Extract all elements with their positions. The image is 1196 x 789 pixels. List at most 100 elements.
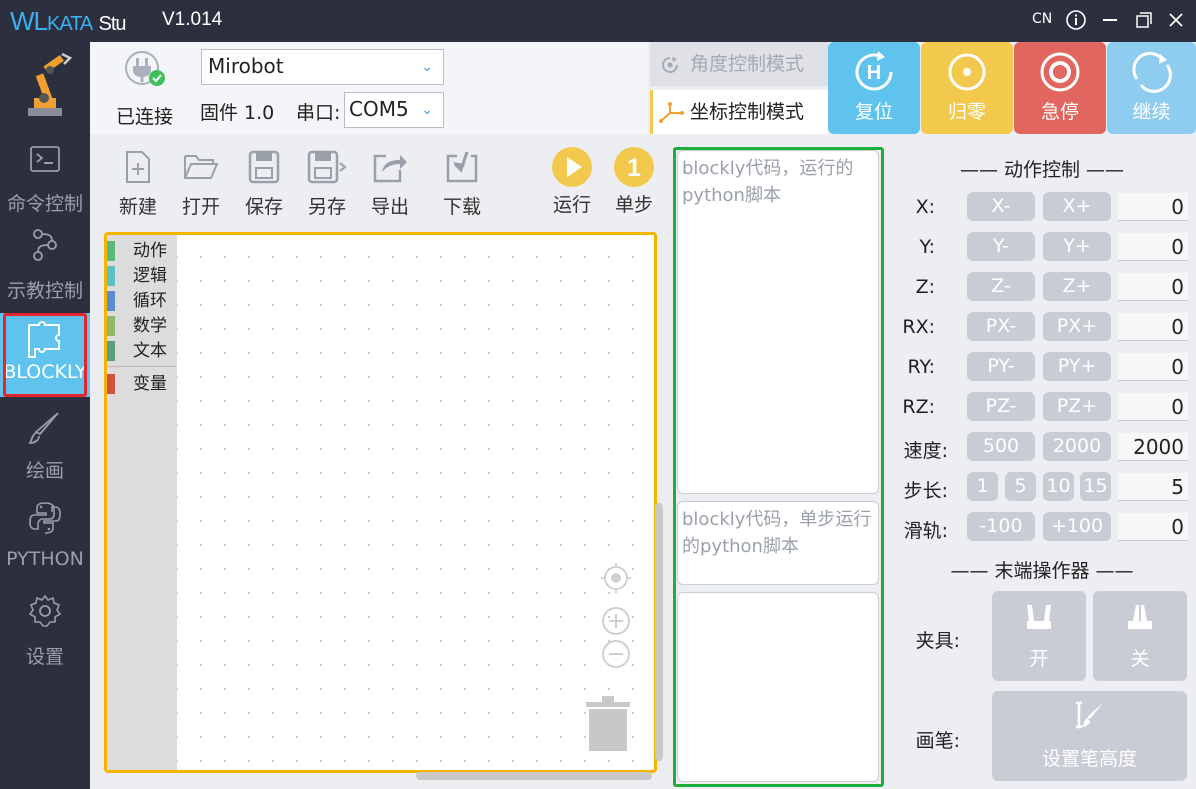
toolbox-category-loop[interactable]: 循环	[107, 289, 177, 313]
x-minus-button[interactable]: X-	[967, 192, 1035, 221]
play-icon	[552, 147, 592, 187]
blockly-workspace[interactable]	[104, 232, 657, 773]
sidebar-item-settings[interactable]: 设置	[0, 594, 90, 669]
step-length-value[interactable]: 5	[1118, 473, 1188, 501]
step-5-button[interactable]: 5	[1005, 472, 1036, 501]
export-icon	[373, 154, 407, 183]
speed-label: 速度:	[903, 440, 948, 462]
gear-icon	[28, 594, 62, 627]
maximize-icon[interactable]	[1132, 9, 1156, 33]
language-toggle[interactable]: CN	[1032, 11, 1052, 27]
reset-icon: H	[855, 51, 893, 91]
ry-value[interactable]: 0	[1118, 353, 1188, 381]
toolbox-category-math[interactable]: 数学	[107, 314, 177, 338]
step-length-label: 步长:	[903, 480, 948, 502]
step-15-button[interactable]: 15	[1080, 472, 1111, 501]
svg-text:1: 1	[627, 154, 641, 182]
pen-height-icon	[1075, 701, 1104, 729]
firmware-label: 固件 1.0	[200, 102, 275, 124]
emergency-stop-button[interactable]: 急停	[1014, 42, 1106, 134]
rail-plus-button[interactable]: +100	[1043, 512, 1111, 541]
chevron-down-icon: ⌄	[421, 102, 433, 118]
step-10-button[interactable]: 10	[1043, 472, 1074, 501]
y-value[interactable]: 0	[1118, 233, 1188, 261]
app-version: V1.014	[162, 9, 223, 30]
device-select[interactable]: Mirobot ⌄	[201, 49, 444, 85]
port-select[interactable]: COM5 ⌄	[344, 92, 444, 128]
gripper-close-button[interactable]: 关	[1093, 591, 1187, 681]
z-plus-button[interactable]: Z+	[1043, 272, 1111, 301]
pen-label: 画笔:	[915, 730, 960, 752]
rail-minus-button[interactable]: -100	[967, 512, 1035, 541]
rx-minus-button[interactable]: PX-	[967, 312, 1035, 341]
tab-coordinate-mode[interactable]: 坐标控制模式	[650, 90, 828, 134]
axis-label-rx: RX:	[902, 316, 935, 338]
step-button[interactable]: 1 单步	[606, 147, 662, 217]
minimize-icon[interactable]	[1098, 9, 1122, 33]
zoom-out-icon[interactable]	[600, 638, 632, 674]
toolbox-category-variables[interactable]: 变量	[107, 372, 177, 396]
gripper-open-icon	[1027, 605, 1051, 629]
vertical-scrollbar[interactable]	[655, 503, 663, 761]
speed-500-button[interactable]: 500	[967, 432, 1035, 461]
rx-value[interactable]: 0	[1118, 313, 1188, 341]
rx-plus-button[interactable]: PX+	[1043, 312, 1111, 341]
z-minus-button[interactable]: Z-	[967, 272, 1035, 301]
x-value[interactable]: 0	[1118, 193, 1188, 221]
x-plus-button[interactable]: X+	[1043, 192, 1111, 221]
sidebar-item-python[interactable]: PYTHON	[0, 500, 90, 570]
device-select-value: Mirobot	[208, 54, 284, 78]
motion-control-title: —— 动作控制 ——	[959, 159, 1125, 181]
step-icon: 1	[614, 147, 654, 187]
horizontal-scrollbar[interactable]	[416, 772, 652, 780]
z-value[interactable]: 0	[1118, 273, 1188, 301]
ry-plus-button[interactable]: PY+	[1043, 352, 1111, 381]
y-plus-button[interactable]: Y+	[1043, 232, 1111, 261]
resume-button[interactable]: 继续	[1107, 42, 1196, 134]
toolbox-separator	[107, 366, 177, 367]
recenter-icon[interactable]	[600, 562, 632, 598]
rz-minus-button[interactable]: PZ-	[967, 392, 1035, 421]
plug-connected-icon	[122, 50, 168, 94]
axis-label-x: X:	[915, 196, 935, 218]
download-button[interactable]: 下载	[434, 150, 490, 219]
save-button[interactable]: 保存	[236, 150, 292, 219]
rz-value[interactable]: 0	[1118, 393, 1188, 421]
end-effector-title: —— 末端操作器 ——	[950, 560, 1134, 582]
speed-2000-button[interactable]: 2000	[1043, 432, 1111, 461]
step-1-button[interactable]: 1	[967, 472, 998, 501]
code-panel-highlight	[673, 147, 884, 787]
close-icon[interactable]	[1164, 9, 1188, 33]
gripper-open-button[interactable]: 开	[992, 591, 1086, 681]
gripper-label: 夹具:	[915, 630, 960, 652]
export-button[interactable]: 导出	[362, 150, 418, 219]
home-button[interactable]: 归零	[921, 42, 1013, 134]
port-label: 串口:	[296, 102, 341, 124]
angle-icon	[662, 57, 678, 73]
y-minus-button[interactable]: Y-	[967, 232, 1035, 261]
info-icon[interactable]	[1064, 9, 1088, 33]
set-pen-height-button[interactable]: 设置笔高度	[992, 691, 1187, 781]
new-button[interactable]: 新建	[110, 150, 166, 219]
terminal-icon	[30, 146, 60, 172]
save-as-button[interactable]: 另存	[299, 150, 355, 219]
zoom-in-icon[interactable]	[600, 605, 632, 641]
trash-icon[interactable]	[586, 694, 630, 756]
toolbox-category-motion[interactable]: 动作	[107, 239, 177, 263]
rail-value[interactable]: 0	[1118, 513, 1188, 541]
folder-open-icon	[184, 155, 219, 179]
app-logo: WLKATA Stu	[10, 6, 127, 36]
tab-angle-mode[interactable]: 角度控制模式	[650, 42, 828, 86]
run-button[interactable]: 运行	[544, 147, 600, 217]
rz-plus-button[interactable]: PZ+	[1043, 392, 1111, 421]
ry-minus-button[interactable]: PY-	[967, 352, 1035, 381]
speed-value[interactable]: 2000	[1118, 433, 1188, 461]
toolbox-category-text[interactable]: 文本	[107, 339, 177, 363]
reset-button[interactable]: H 复位	[828, 42, 920, 134]
save-as-icon	[307, 150, 347, 184]
sidebar-item-command[interactable]: 命令控制	[0, 145, 90, 216]
open-button[interactable]: 打开	[173, 150, 229, 219]
sidebar-item-draw[interactable]: 绘画	[0, 410, 90, 483]
sidebar-item-teach[interactable]: 示教控制	[0, 228, 90, 303]
toolbox-category-logic[interactable]: 逻辑	[107, 264, 177, 288]
